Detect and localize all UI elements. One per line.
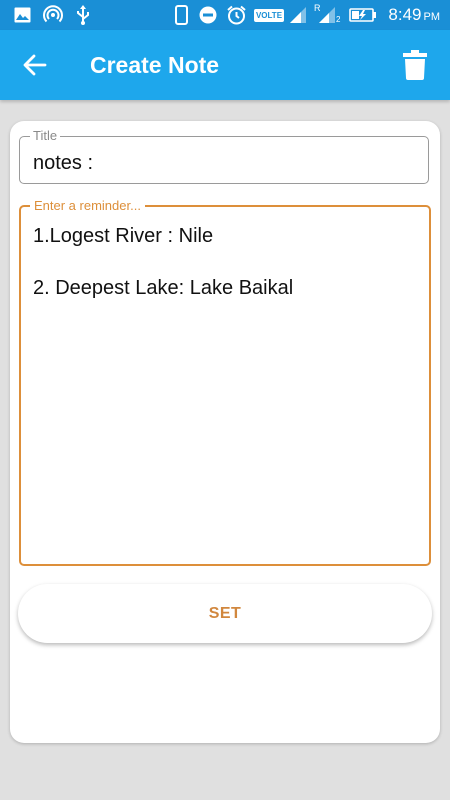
battery-charging-icon bbox=[348, 5, 378, 25]
signal-icon bbox=[288, 5, 308, 25]
delete-button[interactable] bbox=[400, 48, 430, 82]
app-bar: Create Note bbox=[0, 30, 450, 100]
volte-badge: VOLTE bbox=[253, 8, 285, 22]
set-button-label: SET bbox=[208, 604, 242, 622]
title-field[interactable]: Title notes : bbox=[19, 128, 429, 184]
signal-roaming-icon: R 2 bbox=[312, 3, 342, 25]
note-card: Title notes : Enter a reminder... 1.Loge… bbox=[10, 121, 440, 743]
arrow-back-icon bbox=[23, 54, 47, 76]
status-time-value: 8:49 bbox=[388, 5, 422, 24]
alarm-icon bbox=[225, 5, 247, 25]
trash-icon bbox=[403, 50, 427, 80]
status-bar: VOLTE R 2 8:49 PM bbox=[0, 0, 450, 30]
reminder-field[interactable]: Enter a reminder... 1.Logest River : Nil… bbox=[19, 198, 431, 566]
roaming-label: R bbox=[314, 3, 321, 13]
title-field-value[interactable]: notes : bbox=[33, 151, 93, 175]
back-button[interactable] bbox=[18, 50, 52, 80]
usb-icon bbox=[74, 5, 92, 25]
status-time: 8:49 PM bbox=[388, 5, 440, 25]
reminder-line[interactable]: 1.Logest River : Nile bbox=[33, 224, 213, 248]
sim-label: 2 bbox=[336, 15, 341, 24]
page-title: Create Note bbox=[90, 52, 220, 78]
volte-icon: VOLTE bbox=[253, 5, 285, 25]
title-field-label: Title bbox=[30, 128, 61, 144]
create-note-screen: VOLTE R 2 8:49 PM Create Note Title note… bbox=[0, 0, 450, 800]
reminder-line[interactable]: 2. Deepest Lake: Lake Baikal bbox=[33, 276, 293, 300]
reminder-field-label: Enter a reminder... bbox=[30, 198, 145, 214]
status-time-ampm: PM bbox=[423, 11, 441, 23]
image-icon bbox=[13, 5, 31, 25]
hotspot-icon bbox=[42, 5, 64, 25]
set-button[interactable]: SET bbox=[18, 584, 432, 643]
do-not-disturb-icon bbox=[198, 5, 218, 25]
phone-icon bbox=[172, 5, 190, 25]
